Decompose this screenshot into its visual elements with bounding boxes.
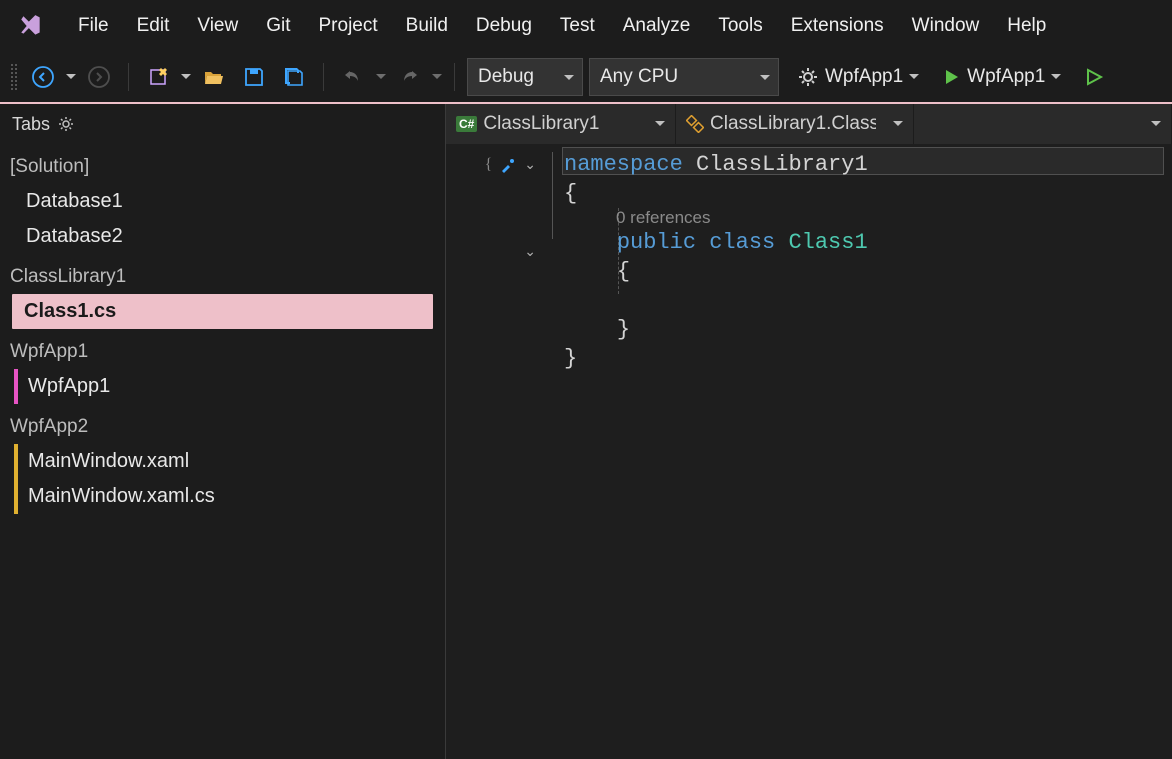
editor-nav-bar: C# ClassLibrary1 ClassLibrary1.Class1: [446, 104, 1172, 144]
nav-type-dropdown[interactable]: ClassLibrary1.Class1: [676, 104, 914, 144]
menu-edit[interactable]: Edit: [123, 0, 184, 52]
menu-test[interactable]: Test: [546, 0, 609, 52]
solution-platform-dropdown[interactable]: Any CPU: [589, 58, 779, 96]
tabs-panel-title: Tabs: [12, 114, 50, 135]
code-line[interactable]: {: [564, 179, 1172, 208]
menu-help[interactable]: Help: [993, 0, 1060, 52]
startup-project-label: WpfApp1: [825, 66, 903, 88]
undo-caret-icon[interactable]: [376, 74, 386, 84]
solution-platform-value: Any CPU: [600, 66, 678, 88]
chevron-down-icon: [893, 121, 903, 131]
new-item-button[interactable]: [141, 60, 175, 94]
chevron-down-icon: [1151, 121, 1161, 131]
new-item-caret-icon[interactable]: [181, 74, 191, 84]
tabs-item[interactable]: Database2: [8, 219, 445, 254]
menu-debug[interactable]: Debug: [462, 0, 546, 52]
solution-config-dropdown[interactable]: Debug: [467, 58, 583, 96]
tabs-item[interactable]: MainWindow.xaml: [14, 444, 445, 479]
editor-gutter: { ⌄ ⌄: [446, 144, 546, 759]
tabs-item[interactable]: Database1: [8, 184, 445, 219]
csharp-project-icon: C#: [456, 116, 477, 132]
undo-button[interactable]: [336, 60, 370, 94]
menu-extensions[interactable]: Extensions: [777, 0, 898, 52]
collapse-icon[interactable]: ⌄: [524, 156, 536, 173]
nav-back-caret-icon[interactable]: [66, 74, 76, 84]
main-toolbar: Debug Any CPU WpfApp1 WpfApp1: [0, 52, 1172, 104]
code-line[interactable]: namespace ClassLibrary1: [564, 150, 1172, 179]
redo-caret-icon[interactable]: [432, 74, 442, 84]
menu-file[interactable]: File: [64, 0, 123, 52]
start-debug-button[interactable]: WpfApp1: [939, 66, 1065, 88]
nav-project-label: ClassLibrary1: [483, 113, 599, 135]
tabs-section-header: WpfApp2: [0, 410, 445, 444]
menu-project[interactable]: Project: [305, 0, 392, 52]
startup-project-button[interactable]: WpfApp1: [793, 66, 923, 88]
code-line[interactable]: public class Class1: [564, 228, 1172, 257]
gear-icon: [797, 66, 819, 88]
class-icon: [686, 115, 704, 133]
gear-icon[interactable]: [58, 116, 74, 132]
play-icon: [943, 68, 961, 86]
menu-window[interactable]: Window: [898, 0, 994, 52]
visual-studio-logo-icon: [16, 11, 46, 41]
code-editor[interactable]: { ⌄ ⌄ namespace ClassLibrary1{0 referenc…: [446, 144, 1172, 759]
menu-analyze[interactable]: Analyze: [609, 0, 705, 52]
nav-forward-button: [82, 60, 116, 94]
code-line[interactable]: {: [564, 257, 1172, 286]
collapse-icon[interactable]: ⌄: [524, 243, 536, 260]
toolbar-grip-icon: [10, 63, 18, 91]
tabs-item[interactable]: MainWindow.xaml.cs: [14, 479, 445, 514]
redo-button[interactable]: [392, 60, 426, 94]
tabs-item[interactable]: WpfApp1: [14, 369, 445, 404]
tabs-item[interactable]: Class1.cs: [12, 294, 433, 329]
code-line[interactable]: }: [564, 315, 1172, 344]
start-without-debug-button[interactable]: [1077, 60, 1111, 94]
tabs-panel: Tabs [Solution]Database1Database2 ClassLi…: [0, 104, 446, 759]
chevron-down-icon: [1051, 74, 1061, 84]
chevron-down-icon: [909, 74, 919, 84]
code-line[interactable]: }: [564, 344, 1172, 373]
tabs-section-header: WpfApp1: [0, 335, 445, 369]
menu-view[interactable]: View: [183, 0, 252, 52]
chevron-down-icon: [655, 121, 665, 131]
code-content[interactable]: namespace ClassLibrary1{0 references pub…: [560, 144, 1172, 759]
menu-git[interactable]: Git: [252, 0, 304, 52]
tabs-panel-header: Tabs: [0, 104, 445, 144]
menubar: FileEditViewGitProjectBuildDebugTestAnal…: [0, 0, 1172, 52]
nav-back-button[interactable]: [26, 60, 60, 94]
menu-build[interactable]: Build: [392, 0, 462, 52]
tabs-section-header: [Solution]: [0, 150, 445, 184]
tabs-section-header: ClassLibrary1: [0, 260, 445, 294]
solution-config-value: Debug: [478, 66, 534, 88]
save-all-button[interactable]: [277, 60, 311, 94]
codelens-references[interactable]: 0 references: [564, 208, 1172, 228]
nav-type-label: ClassLibrary1.Class1: [710, 113, 876, 135]
nav-project-dropdown[interactable]: C# ClassLibrary1: [446, 104, 676, 144]
start-debug-label: WpfApp1: [967, 66, 1045, 88]
menu-tools[interactable]: Tools: [704, 0, 776, 52]
code-line[interactable]: [564, 286, 1172, 315]
play-outline-icon: [1084, 67, 1104, 87]
open-button[interactable]: [197, 60, 231, 94]
editor-area: C# ClassLibrary1 ClassLibrary1.Class1 { …: [446, 104, 1172, 759]
save-button[interactable]: [237, 60, 271, 94]
screwdriver-icon[interactable]: [500, 157, 516, 173]
nav-member-dropdown[interactable]: [914, 104, 1172, 144]
brace-hint-icon: {: [485, 156, 493, 174]
